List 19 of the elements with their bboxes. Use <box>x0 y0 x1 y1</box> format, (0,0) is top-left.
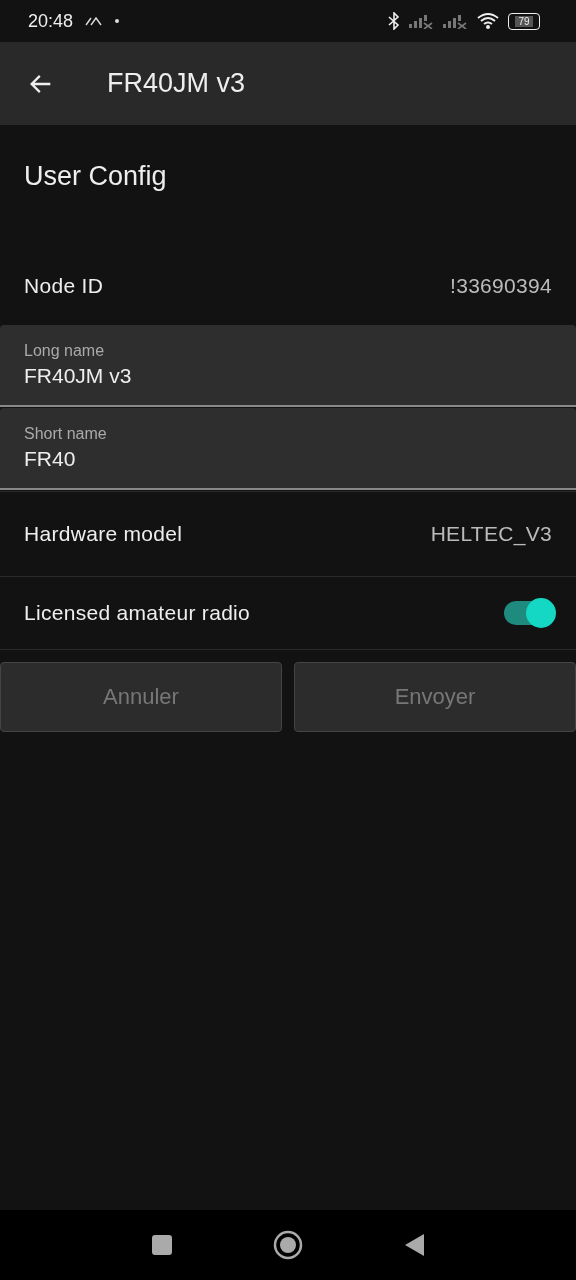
text-field[interactable]: Short name FR40 <box>0 408 576 490</box>
recents-icon[interactable] <box>151 1234 173 1256</box>
text-field[interactable]: Long name FR40JM v3 <box>0 325 576 407</box>
battery-icon: 79 <box>508 12 540 30</box>
signal-icon <box>442 13 468 29</box>
status-time: 20:48 <box>28 10 74 32</box>
setting-value: !33690394 <box>450 274 552 298</box>
bluetooth-icon <box>388 12 400 30</box>
section-title: User Config <box>23 160 168 193</box>
setting-label: Licensed amateur radio <box>24 601 251 625</box>
app-bar-title: FR40JM v3 <box>107 68 246 99</box>
dot-icon <box>115 19 120 23</box>
wifi-icon <box>476 12 500 30</box>
setting-label: Hardware model <box>24 522 183 546</box>
setting-label: Node ID <box>24 274 104 298</box>
setting-value: HELTEC_V3 <box>430 522 552 546</box>
home-icon[interactable] <box>273 1230 303 1260</box>
signal-icon <box>408 13 434 29</box>
back-icon[interactable] <box>403 1233 425 1257</box>
